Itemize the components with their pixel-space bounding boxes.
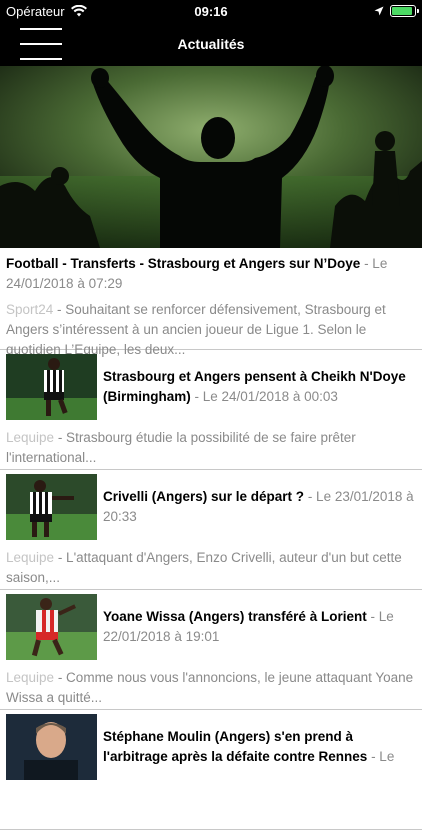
news-feed[interactable]: Football - Transferts - Strasbourg et An… [0,248,422,830]
list-item[interactable]: Yoane Wissa (Angers) transféré à Lorient… [0,590,422,710]
article-title: Football - Transferts - Strasbourg et An… [6,256,361,271]
list-item[interactable]: Stéphane Moulin (Angers) s'en prend à l'… [0,710,422,830]
nav-bar: Actualités [0,22,422,66]
status-left: Opérateur [6,4,87,19]
status-right [374,5,419,17]
article-headline: Crivelli (Angers) sur le départ ? - Le 2… [103,474,416,540]
list-item[interactable]: Crivelli (Angers) sur le départ ? - Le 2… [0,470,422,590]
carrier-label: Opérateur [6,3,65,19]
status-bar: Opérateur 09:16 [0,0,422,22]
article-summary: Lequipe - Comme nous vous l'annoncions, … [6,668,416,708]
article-headline: Yoane Wissa (Angers) transféré à Lorient… [103,594,416,660]
article-title: Crivelli (Angers) sur le départ ? [103,489,305,504]
page-title: Actualités [177,36,245,52]
article-source: Lequipe [6,670,55,685]
location-arrow-icon [374,6,384,16]
article-source: Sport24 [6,302,54,317]
article-summary: Lequipe - L'attaquant d'Angers, Enzo Cri… [6,548,416,588]
article-title: Yoane Wissa (Angers) transféré à Lorient [103,609,367,624]
article-headline: Football - Transferts - Strasbourg et An… [6,254,416,294]
article-headline: Stéphane Moulin (Angers) s'en prend à l'… [103,714,416,780]
battery-icon [390,5,419,17]
article-excerpt: - Comme nous vous l'annoncions, le jeune… [6,670,414,705]
article-excerpt: - L'attaquant d'Angers, Enzo Crivelli, a… [6,550,402,585]
article-date: - Le [367,749,395,764]
article-summary: Lequipe - Strasbourg étudie la possibili… [6,428,416,468]
article-headline: Strasbourg et Angers pensent à Cheikh N'… [103,354,416,420]
article-excerpt: - Strasbourg étudie la possibilité de se… [6,430,356,465]
list-item[interactable]: Football - Transferts - Strasbourg et An… [0,248,422,357]
article-title: Stéphane Moulin (Angers) s'en prend à l'… [103,729,368,764]
article-source: Lequipe [6,550,55,565]
list-item[interactable]: Strasbourg et Angers pensent à Cheikh N'… [0,350,422,470]
player-striped-jersey-thumbnail [6,354,97,420]
celebrating-fan-silhouette-image [0,66,422,248]
player-striped-jersey-thumbnail [6,474,97,540]
hamburger-menu-icon[interactable] [20,28,62,60]
article-source: Lequipe [6,430,55,445]
player-red-white-kit-thumbnail [6,594,97,660]
article-date: - Le 24/01/2018 à 00:03 [190,389,338,404]
coach-portrait-thumbnail [6,714,97,780]
battery-level [392,7,412,15]
article-excerpt: - Souhaitant se renforcer défensivement,… [6,302,386,357]
hero-image[interactable] [0,66,422,248]
wifi-icon [70,5,87,17]
